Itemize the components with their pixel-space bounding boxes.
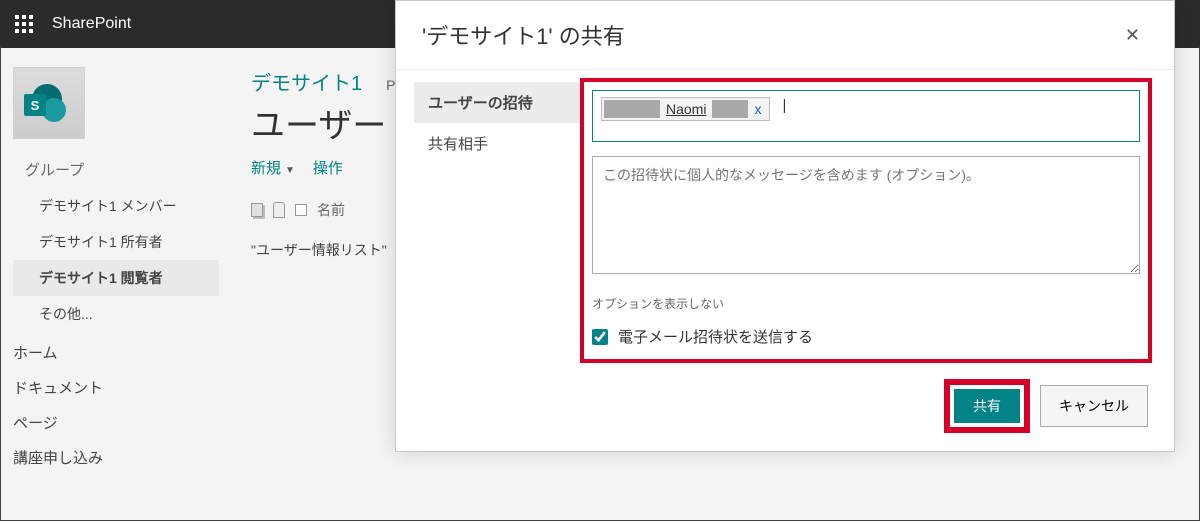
nav-group-viewers[interactable]: デモサイト1 閲覧者 xyxy=(13,260,219,296)
chip-remove[interactable]: x xyxy=(754,101,761,117)
left-nav: S グループ デモサイト1 メンバー デモサイト1 所有者 デモサイト1 閲覧者… xyxy=(1,47,231,520)
nav-group-more[interactable]: その他... xyxy=(13,296,219,332)
redacted-block xyxy=(712,100,748,118)
hide-options-link[interactable]: オプションを表示しない xyxy=(592,295,1140,312)
send-email-label: 電子メール招待状を送信する xyxy=(618,326,813,347)
close-icon[interactable]: ✕ xyxy=(1117,21,1148,50)
nav-home[interactable]: ホーム xyxy=(13,332,219,367)
invite-message-input[interactable] xyxy=(592,156,1140,274)
tab-invite[interactable]: ユーザーの招待 xyxy=(414,82,584,123)
nav-section-groups: グループ xyxy=(25,159,219,180)
tab-shared-with[interactable]: 共有相手 xyxy=(414,123,584,164)
sharepoint-icon: S xyxy=(24,84,68,128)
app-launcher-icon[interactable] xyxy=(8,8,40,40)
chip-name[interactable]: Naomi xyxy=(664,101,708,117)
share-button[interactable]: 共有 xyxy=(954,389,1020,423)
copy-icon[interactable] xyxy=(251,203,263,217)
nav-course[interactable]: 講座申し込み xyxy=(13,437,219,472)
site-title[interactable]: デモサイト1 xyxy=(251,67,362,96)
send-email-row[interactable]: 電子メール招待状を送信する xyxy=(592,326,1140,347)
select-all-checkbox[interactable] xyxy=(295,204,307,216)
nav-documents[interactable]: ドキュメント xyxy=(13,367,219,402)
share-button-highlight: 共有 xyxy=(950,385,1024,427)
attachment-icon xyxy=(273,202,285,218)
nav-pages[interactable]: ページ xyxy=(13,402,219,437)
brand-label[interactable]: SharePoint xyxy=(52,15,131,33)
chevron-down-icon: ▼ xyxy=(285,165,295,176)
redacted-block xyxy=(604,100,660,118)
modal-share: 'デモサイト1' の共有 ✕ ユーザーの招待 共有相手 Naomi x xyxy=(395,0,1200,522)
cancel-button[interactable]: キャンセル xyxy=(1040,385,1148,427)
people-picker[interactable]: Naomi x | xyxy=(592,90,1140,142)
cmd-actions[interactable]: 操作 xyxy=(313,157,343,178)
modal-tabs: ユーザーの招待 共有相手 xyxy=(414,82,584,359)
column-name[interactable]: 名前 xyxy=(317,200,345,220)
send-email-checkbox[interactable] xyxy=(592,329,608,345)
nav-group-members[interactable]: デモサイト1 メンバー xyxy=(13,188,219,224)
text-cursor-icon: | xyxy=(782,97,786,114)
modal-title: 'デモサイト1' の共有 xyxy=(422,19,625,51)
site-logo: S xyxy=(13,67,85,139)
nav-group-owners[interactable]: デモサイト1 所有者 xyxy=(13,224,219,260)
cmd-new[interactable]: 新規▼ xyxy=(251,157,295,178)
people-chip: Naomi x xyxy=(601,97,770,121)
